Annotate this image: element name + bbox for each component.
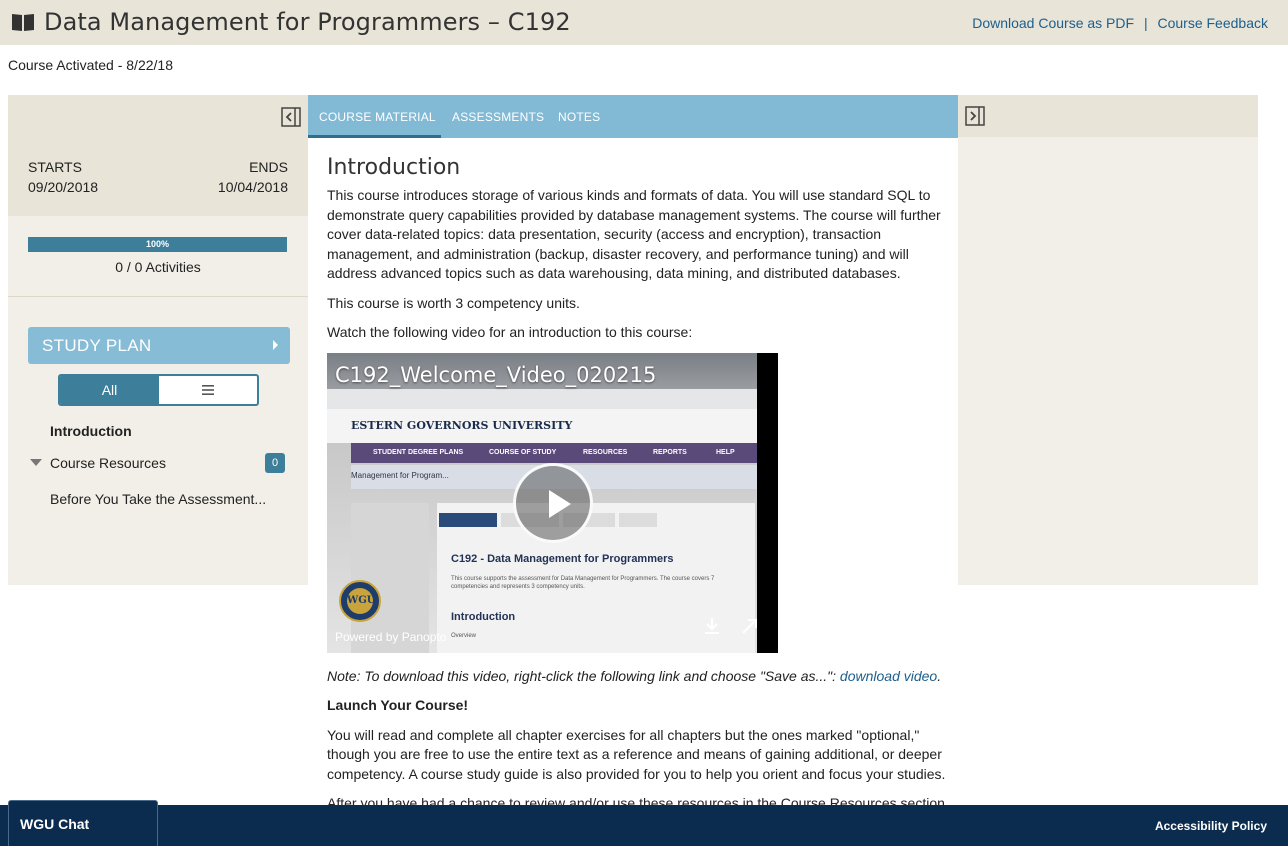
download-note-suffix: . [937,667,942,684]
video-nav-item: REPORTS [653,448,687,456]
sidebar-divider [8,296,308,297]
video-browser-toolbar [327,388,757,409]
content-tabs: COURSE MATERIAL ASSESSMENTS NOTES [308,95,958,138]
video-intro-heading: Introduction [451,610,516,623]
intro-paragraph: This course introduces storage of variou… [327,187,941,281]
download-note-text: Note: To download this video, right-clic… [327,667,840,684]
download-icon[interactable] [703,617,721,635]
chapters-paragraph: You will read and complete all chapter e… [327,726,946,782]
count-badge: 0 [265,453,285,473]
starts-date: 09/20/2018 [28,179,99,195]
powered-by-panopto: Powered by Panopto [335,629,447,644]
tab-course-material[interactable]: COURSE MATERIAL [319,110,436,124]
right-panel-header [958,95,1258,137]
activities-count: 0 / 0 Activities [115,259,201,275]
starts-label: STARTS [28,159,82,175]
toggle-all-button[interactable]: All [60,376,159,404]
list-icon [202,385,214,395]
wgu-chat-label: WGU Chat [20,816,90,832]
video-site-nav: STUDENT DEGREE PLANS COURSE OF STUDY RES… [351,442,757,463]
video-breadcrumb: Management for Program... [351,470,449,480]
link-separator: | [1143,15,1148,31]
right-sidebar [958,95,1258,585]
tab-assessments[interactable]: ASSESSMENTS [452,110,544,124]
sidebar-item-introduction[interactable]: Introduction [50,423,132,439]
course-header: Data Management for Programmers – C192 D… [0,0,1288,45]
course-title: Data Management for Programmers – C192 [44,8,571,36]
course-feedback-link[interactable]: Course Feedback [1157,15,1268,31]
video-intro-paragraph: Watch the following video for an introdu… [327,324,693,340]
course-dates-panel: STARTS 09/20/2018 ENDS 10/04/2018 [8,95,308,216]
view-toggle: All [58,374,259,406]
video-nav-item: STUDENT DEGREE PLANS [373,448,464,456]
wgu-chat-button[interactable]: WGU Chat [8,800,158,846]
wgu-seal-text: WGU [347,587,376,614]
tab-notes[interactable]: NOTES [558,110,600,124]
book-icon [12,14,34,31]
video-course-desc: This course supports the assessment for … [451,575,715,590]
video-nav-item: COURSE OF STUDY [489,448,557,456]
competency-paragraph: This course is worth 3 competency units. [327,294,580,311]
launch-heading: Launch Your Course! [327,697,469,713]
video-player[interactable]: ESTERN GOVERNORS UNIVERSITY STUDENT DEGR… [327,352,778,653]
progress-percent: 100% [145,239,170,249]
collapse-left-icon[interactable] [281,107,301,127]
expand-right-icon[interactable] [965,106,985,126]
left-sidebar: STARTS 09/20/2018 ENDS 10/04/2018 100% 0… [8,95,308,585]
page-footer [0,805,1288,846]
caret-down-icon[interactable] [30,459,42,466]
wgu-logo: WGU [339,579,381,622]
header-links: Download Course as PDF | Course Feedback [972,15,1268,31]
download-video-link[interactable]: download video [840,668,937,684]
download-note: Note: To download this video, right-clic… [327,667,949,687]
video-university-name: ESTERN GOVERNORS UNIVERSITY [351,418,573,432]
sidebar-item-before-assessment[interactable]: Before You Take the Assessment... [50,491,266,507]
course-content: Introduction This course introduces stor… [327,155,949,824]
play-icon [549,489,571,518]
video-course-title: C192 - Data Management for Programmers [451,552,674,565]
video-title: C192_Welcome_Video_020215 [335,362,657,387]
study-plan-label: STUDY PLAN [42,336,152,355]
chevron-right-icon [273,340,278,350]
active-tab-indicator [308,135,441,138]
section-heading: Introduction [327,155,461,180]
progress-bar: 100% [28,237,287,252]
fullscreen-icon[interactable] [741,618,758,635]
sidebar-item-course-resources[interactable]: Course Resources [50,455,166,471]
download-pdf-link[interactable]: Download Course as PDF [972,15,1134,31]
course-activated-date: Course Activated - 8/22/18 [8,57,173,73]
video-overview: Overview [451,632,477,639]
accessibility-policy-link[interactable]: Accessibility Policy [1155,819,1267,833]
ends-label: ENDS [249,159,288,175]
study-plan-button[interactable]: STUDY PLAN [28,327,290,364]
toggle-list-button[interactable] [159,376,257,404]
video-nav-item: HELP [716,448,735,456]
play-button[interactable] [513,462,593,543]
video-nav-item: RESOURCES [583,448,628,456]
ends-date: 10/04/2018 [217,179,288,195]
